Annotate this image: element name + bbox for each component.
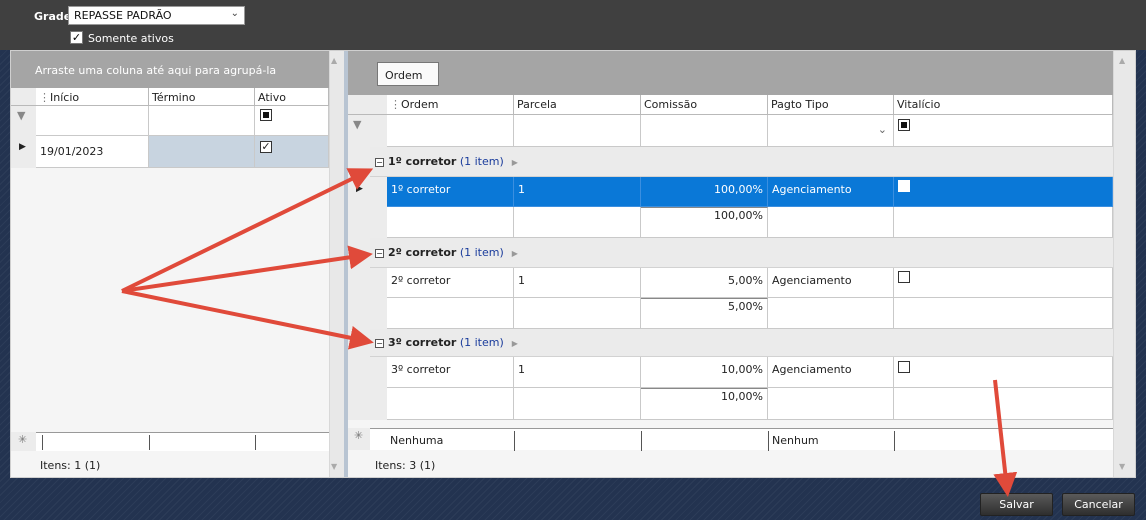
cell-ordem[interactable]: 1º corretor xyxy=(387,177,514,207)
filter-termino[interactable] xyxy=(149,106,255,136)
cell-termino[interactable] xyxy=(149,136,255,168)
cell-parcela[interactable]: 1 xyxy=(514,177,641,207)
group-chip-ordem[interactable]: Ordem xyxy=(377,62,439,86)
column-header-comissao[interactable]: Comissão xyxy=(641,95,768,115)
right-scrollbar[interactable] xyxy=(1113,51,1135,477)
group-total: 5,00% xyxy=(641,298,768,329)
chevron-down-icon[interactable]: ⌄ xyxy=(878,123,887,136)
grade-label: Grade xyxy=(34,10,72,23)
column-header-termino[interactable]: Término xyxy=(149,88,255,106)
new-row-pagto[interactable]: Nenhum xyxy=(772,434,819,447)
caret-right-icon: ▶ xyxy=(511,339,518,348)
vitalicio-checkbox[interactable] xyxy=(898,361,910,373)
somente-ativos-checkbox[interactable]: ✓ xyxy=(70,31,83,44)
caret-right-icon: ▶ xyxy=(511,249,518,258)
cell-comissao[interactable]: 5,00% xyxy=(641,268,768,298)
left-scrollbar[interactable] xyxy=(329,51,344,477)
cell-pagto-tipo[interactable]: Agenciamento xyxy=(768,268,894,298)
cancelar-button[interactable]: Cancelar xyxy=(1062,493,1135,516)
cell-parcela[interactable]: 1 xyxy=(514,268,641,298)
scroll-down-icon[interactable]: ▼ xyxy=(1119,462,1125,471)
grade-select[interactable]: REPASSE PADRÃO ⌄ xyxy=(68,6,245,25)
group-row-3[interactable]: −3º corretor (1 item) ▶ xyxy=(370,329,1113,357)
somente-ativos-label: Somente ativos xyxy=(88,32,174,45)
column-header-parcela[interactable]: Parcela xyxy=(514,95,641,115)
filter-parcela[interactable] xyxy=(514,115,641,147)
column-header-vitalicio[interactable]: Vitalício xyxy=(894,95,1113,115)
group-total: 100,00% xyxy=(641,207,768,238)
collapse-icon[interactable]: − xyxy=(375,248,384,258)
vitalicio-checkbox[interactable] xyxy=(898,271,910,283)
new-row-icon: ✳ xyxy=(348,428,370,450)
group-total: 10,00% xyxy=(641,388,768,420)
cell-pagto-tipo[interactable]: Agenciamento xyxy=(768,357,894,388)
filter-icon: ▼ xyxy=(11,106,36,136)
scroll-down-icon[interactable]: ▼ xyxy=(331,462,337,471)
right-group-panel xyxy=(348,51,1113,95)
right-new-row[interactable]: Nenhuma Nenhum xyxy=(370,428,1113,451)
column-header-ordem[interactable]: ⋮Ordem xyxy=(387,95,514,115)
new-row-ordem[interactable]: Nenhuma xyxy=(390,434,443,447)
current-row-icon: ▶ xyxy=(11,136,36,168)
column-header-pagto-tipo[interactable]: Pagto Tipo xyxy=(768,95,894,115)
grip-icon: ⋮ xyxy=(39,91,50,104)
filter-ativo[interactable] xyxy=(255,106,329,136)
filter-comissao[interactable] xyxy=(641,115,768,147)
cell-inicio[interactable]: 19/01/2023 xyxy=(36,136,149,168)
scroll-up-icon[interactable]: ▲ xyxy=(1119,56,1125,65)
salvar-button[interactable]: Salvar xyxy=(980,493,1053,516)
filter-ativo-checkbox[interactable] xyxy=(260,109,272,121)
cell-pagto-tipo[interactable]: Agenciamento xyxy=(768,177,894,207)
filter-vitalicio[interactable] xyxy=(894,115,1113,147)
filter-vitalicio-checkbox[interactable] xyxy=(898,119,910,131)
cell-vitalicio[interactable] xyxy=(894,268,1113,298)
right-footer-count: Itens: 3 (1) xyxy=(375,459,436,472)
collapse-icon[interactable]: − xyxy=(375,157,384,167)
cell-ordem[interactable]: 2º corretor xyxy=(387,268,514,298)
cell-parcela[interactable]: 1 xyxy=(514,357,641,388)
ativo-checkbox[interactable]: ✓ xyxy=(260,141,272,153)
collapse-icon[interactable]: − xyxy=(375,338,384,348)
grip-icon: ⋮ xyxy=(390,98,401,111)
grade-select-value: REPASSE PADRÃO xyxy=(74,9,172,22)
cell-comissao[interactable]: 100,00% xyxy=(641,177,768,207)
cell-ordem[interactable]: 3º corretor xyxy=(387,357,514,388)
left-new-row[interactable] xyxy=(36,432,329,451)
new-row-icon: ✳ xyxy=(11,432,36,451)
scroll-up-icon[interactable]: ▲ xyxy=(331,56,337,65)
caret-right-icon: ▶ xyxy=(511,158,518,167)
group-row-1[interactable]: −1º corretor (1 item) ▶ xyxy=(370,147,1113,177)
current-row-icon: ▶ xyxy=(356,184,363,194)
cell-ativo[interactable]: ✓ xyxy=(255,136,329,168)
cell-vitalicio[interactable] xyxy=(894,177,1113,207)
vitalicio-checkbox[interactable] xyxy=(898,180,910,192)
filter-icon: ▼ xyxy=(348,115,370,147)
column-header-ativo[interactable]: Ativo xyxy=(255,88,329,106)
filter-inicio[interactable] xyxy=(36,106,149,136)
filter-pagto-tipo[interactable]: ⌄ xyxy=(768,115,894,147)
left-group-panel: Arraste uma coluna até aqui para agrupá-… xyxy=(11,51,329,88)
filter-ordem[interactable] xyxy=(387,115,514,147)
group-row-2[interactable]: −2º corretor (1 item) ▶ xyxy=(370,238,1113,268)
cell-vitalicio[interactable] xyxy=(894,357,1113,388)
column-header-inicio[interactable]: ⋮Início xyxy=(36,88,149,106)
left-footer-count: Itens: 1 (1) xyxy=(40,459,101,472)
chevron-down-icon: ⌄ xyxy=(230,8,239,19)
cell-comissao[interactable]: 10,00% xyxy=(641,357,768,388)
